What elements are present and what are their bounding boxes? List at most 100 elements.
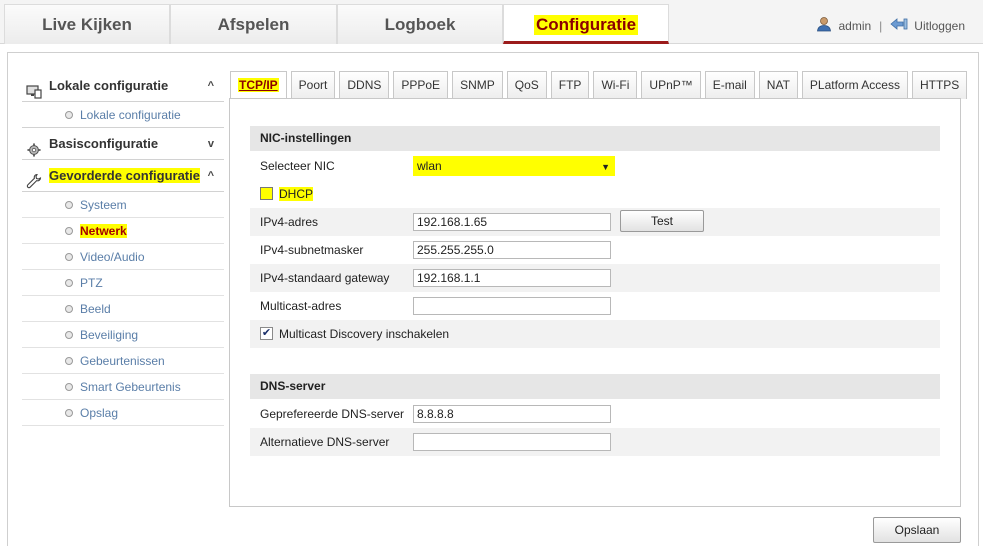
nav-tab-live-kijken[interactable]: Live Kijken	[4, 4, 170, 44]
tab-snmp[interactable]: SNMP	[452, 71, 503, 99]
multicast-row: Multicast-adres	[250, 292, 940, 320]
tab-upnp[interactable]: UPnP™	[641, 71, 701, 99]
bullet-icon	[65, 409, 73, 417]
sidebar-item-opslag[interactable]: Opslag	[22, 400, 224, 426]
ipv4-subnet-input[interactable]	[413, 241, 611, 259]
multicast-discovery-label: Multicast Discovery inschakelen	[279, 327, 450, 341]
ipv4-gateway-input[interactable]	[413, 269, 611, 287]
preferred-dns-input[interactable]	[413, 405, 611, 423]
dhcp-label-text: DHCP	[279, 187, 314, 201]
preferred-dns-label: Geprefereerde DNS-server	[260, 407, 405, 421]
ipv4-subnet-label: IPv4-subnetmasker	[260, 243, 364, 257]
nav-tab-label: Live Kijken	[42, 15, 132, 34]
sidebar-item-label: Video/Audio	[80, 250, 145, 264]
tab-label: Wi-Fi	[601, 78, 630, 92]
nav-tab-logboek[interactable]: Logboek	[337, 4, 503, 44]
dhcp-label: DHCP	[279, 180, 314, 208]
ipv4-address-input[interactable]	[413, 213, 611, 231]
sidebar-group-gevorderde-configuratie[interactable]: Gevorderde configuratie ^	[22, 160, 224, 192]
tab-poort[interactable]: Poort	[290, 71, 336, 99]
nav-tab-afspelen[interactable]: Afspelen	[170, 4, 337, 44]
logout-icon[interactable]	[890, 17, 908, 34]
tab-label: TCP/IP	[238, 78, 279, 92]
test-button[interactable]: Test	[620, 210, 704, 232]
logout-link[interactable]: Uitloggen	[914, 19, 965, 33]
multicast-discovery-checkbox[interactable]: ✔	[260, 327, 273, 340]
nav-tab-label: Configuratie	[533, 15, 639, 35]
ipv4-gateway-row: IPv4-standaard gateway	[250, 264, 940, 292]
user-separator: |	[879, 18, 883, 33]
chevron-up-icon[interactable]: ^	[208, 70, 214, 102]
bullet-icon	[65, 201, 73, 209]
save-button[interactable]: Opslaan	[873, 517, 961, 543]
nav-tab-label: Afspelen	[217, 15, 290, 34]
gear-icon	[26, 137, 42, 157]
bullet-icon	[65, 227, 73, 235]
nic-select[interactable]: wlan ▼	[413, 156, 615, 176]
tcpip-panel: NIC-instellingen Selecteer NIC wlan ▼ DH…	[229, 98, 961, 507]
alternate-dns-input[interactable]	[413, 433, 611, 451]
tab-ddns[interactable]: DDNS	[339, 71, 390, 99]
sidebar-item-label: Beveiliging	[80, 328, 139, 342]
monitor-icon	[26, 79, 42, 99]
sidebar-group-lokale-configuratie[interactable]: Lokale configuratie ^	[22, 70, 224, 102]
bullet-icon	[65, 111, 73, 119]
tab-label: E-mail	[712, 78, 747, 92]
sidebar-item-beveiliging[interactable]: Beveiliging	[22, 322, 224, 348]
sidebar-item-label: Lokale configuratie	[80, 108, 181, 122]
tab-label: HTTPS	[919, 78, 960, 92]
sidebar-item-beeld[interactable]: Beeld	[22, 296, 224, 322]
sidebar-item-label: Systeem	[80, 198, 127, 212]
username: admin	[838, 18, 872, 33]
config-tabs: TCP/IP Poort DDNS PPPoE SNMP QoS FTP Wi-…	[230, 71, 971, 100]
sidebar-item-netwerk[interactable]: Netwerk	[22, 218, 224, 244]
tab-label: NAT	[766, 78, 790, 92]
bullet-icon	[65, 331, 73, 339]
multicast-input[interactable]	[413, 297, 611, 315]
bullet-icon	[65, 383, 73, 391]
multicast-discovery-row: ✔ Multicast Discovery inschakelen	[250, 320, 940, 348]
tab-label: PPPoE	[401, 78, 441, 92]
tab-qos[interactable]: QoS	[506, 71, 547, 99]
ipv4-subnet-row: IPv4-subnetmasker	[250, 236, 940, 264]
user-area: admin | Uitloggen	[816, 16, 965, 35]
dropdown-arrow-icon: ▼	[601, 162, 610, 172]
sidebar-item-gebeurtenissen[interactable]: Gebeurtenissen	[22, 348, 224, 374]
sidebar-group-label: Lokale configuratie	[49, 78, 169, 93]
sidebar-item-ptz[interactable]: PTZ	[22, 270, 224, 296]
tab-https[interactable]: HTTPS	[911, 71, 968, 99]
nav-tab-configuratie[interactable]: Configuratie	[503, 4, 669, 44]
dhcp-row: DHCP	[250, 180, 940, 208]
sidebar-group-label: Gevorderde configuratie	[49, 168, 200, 183]
tab-email[interactable]: E-mail	[704, 71, 755, 99]
bullet-icon	[65, 253, 73, 261]
tab-platform-access[interactable]: PLatform Access	[801, 71, 908, 99]
ipv4-gateway-label: IPv4-standaard gateway	[260, 271, 390, 285]
sidebar-item-label: Netwerk	[80, 224, 127, 238]
nic-select-value: wlan	[417, 159, 442, 173]
dns-section-title: DNS-server	[250, 374, 940, 399]
tab-nat[interactable]: NAT	[758, 71, 798, 99]
bullet-icon	[65, 357, 73, 365]
sidebar-item-lokale-configuratie[interactable]: Lokale configuratie	[22, 102, 224, 128]
tab-ftp[interactable]: FTP	[550, 71, 590, 99]
ipv4-address-row: IPv4-adres Test	[250, 208, 940, 236]
sidebar-item-smart-gebeurtenis[interactable]: Smart Gebeurtenis	[22, 374, 224, 400]
nav-tab-label: Logboek	[384, 15, 456, 34]
sidebar-item-systeem[interactable]: Systeem	[22, 192, 224, 218]
dhcp-checkbox[interactable]	[260, 187, 273, 200]
tab-tcpip[interactable]: TCP/IP	[230, 71, 287, 100]
chevron-up-icon[interactable]: ^	[208, 160, 214, 192]
tab-wifi[interactable]: Wi-Fi	[593, 71, 638, 99]
tab-label: DDNS	[347, 78, 382, 92]
top-navigation: Live Kijken Afspelen Logboek Configurati…	[0, 0, 983, 44]
tab-pppoe[interactable]: PPPoE	[393, 71, 449, 99]
sidebar-item-label: Beeld	[80, 302, 111, 316]
nic-section-title: NIC-instellingen	[250, 126, 940, 151]
alternate-dns-label: Alternatieve DNS-server	[260, 435, 390, 449]
sidebar-group-basisconfiguratie[interactable]: Basisconfiguratie v	[22, 128, 224, 160]
chevron-down-icon[interactable]: v	[208, 128, 214, 160]
sidebar-item-video-audio[interactable]: Video/Audio	[22, 244, 224, 270]
bullet-icon	[65, 279, 73, 287]
sidebar-item-label: PTZ	[80, 276, 103, 290]
